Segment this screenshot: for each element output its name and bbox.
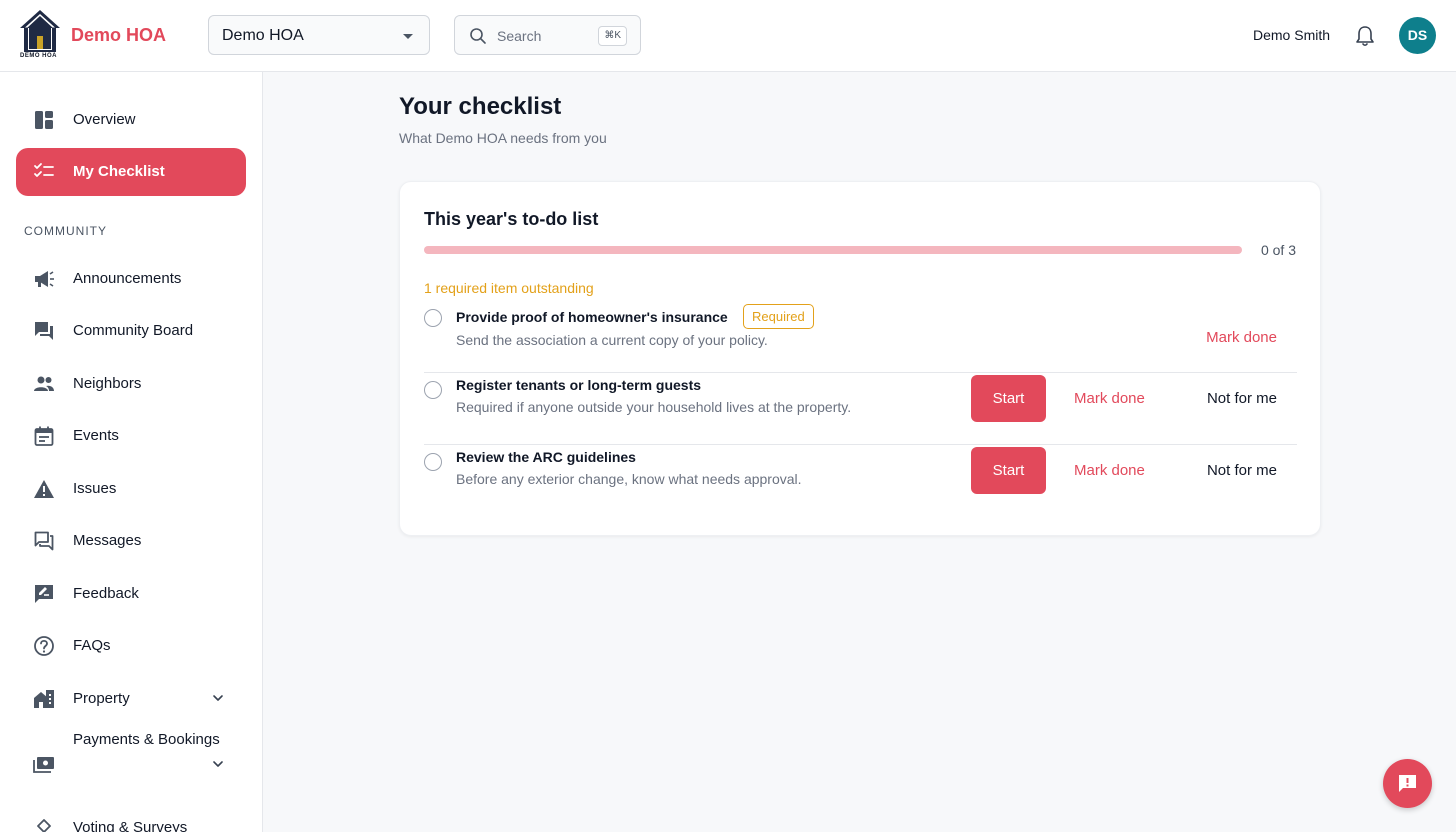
- search-icon: [470, 28, 486, 44]
- sidebar-item-neighbors[interactable]: Neighbors: [16, 360, 246, 408]
- search-placeholder: Search: [497, 28, 542, 44]
- top-header: DEMO HOA Demo HOA Demo HOA Search ⌘K Dem…: [0, 0, 1456, 72]
- warning-icon: [34, 480, 54, 498]
- search-shortcut-badge: ⌘K: [598, 26, 627, 46]
- not-for-me-button[interactable]: Not for me: [1207, 390, 1277, 407]
- brand-name[interactable]: Demo HOA: [71, 25, 166, 46]
- people-icon: [34, 376, 54, 391]
- avatar[interactable]: DS: [1399, 17, 1436, 54]
- item-title: Provide proof of homeowner's insurance: [456, 309, 728, 325]
- checklist-item-insurance: Provide proof of homeowner's insurance R…: [424, 301, 1297, 373]
- page-subtitle: What Demo HOA needs from you: [399, 130, 607, 146]
- checklist-card: This year's to-do list 0 of 3 1 required…: [399, 181, 1321, 536]
- sidebar-item-property[interactable]: Property: [16, 675, 246, 723]
- sidebar-item-faqs[interactable]: FAQs: [16, 622, 246, 670]
- sidebar-item-my-checklist[interactable]: My Checklist: [16, 148, 246, 196]
- caret-down-icon: [403, 34, 413, 39]
- feedback-fab-button[interactable]: [1383, 759, 1432, 808]
- item-status-radio[interactable]: [424, 453, 442, 471]
- sidebar-item-label: Property: [73, 690, 130, 707]
- sidebar-item-label: Announcements: [73, 270, 182, 287]
- sidebar-item-community-board[interactable]: Community Board: [16, 307, 246, 355]
- item-status-radio[interactable]: [424, 381, 442, 399]
- start-button[interactable]: Start: [971, 375, 1046, 422]
- sidebar-item-events[interactable]: Events: [16, 412, 246, 460]
- sidebar-item-label: Feedback: [73, 585, 139, 602]
- building-icon: [34, 690, 54, 708]
- messages-icon: [34, 531, 54, 551]
- item-description: Before any exterior change, know what ne…: [456, 471, 802, 487]
- required-badge: Required: [743, 304, 814, 329]
- sidebar-item-label: Events: [73, 427, 119, 444]
- sidebar-item-label: Neighbors: [73, 375, 142, 392]
- organization-select[interactable]: Demo HOA: [208, 15, 430, 55]
- logo-caption: DEMO HOA: [20, 53, 57, 59]
- sidebar-item-label: Payments & Bookings: [73, 731, 220, 748]
- sidebar-item-label: Issues: [73, 480, 117, 497]
- card-title: This year's to-do list: [424, 209, 599, 229]
- payments-icon: [33, 757, 54, 773]
- sidebar-item-voting-surveys[interactable]: Voting & Surveys: [16, 804, 246, 832]
- dashboard-icon: [35, 111, 53, 129]
- sidebar-item-payments-bookings[interactable]: Payments & Bookings: [16, 728, 246, 800]
- sidebar-item-label: Messages: [73, 532, 142, 549]
- progress-count: 0 of 3: [1260, 242, 1296, 258]
- megaphone-icon: [35, 271, 54, 287]
- section-label-community: COMMUNITY: [24, 224, 107, 238]
- sidebar: Overview My Checklist COMMUNITY Announce…: [0, 72, 263, 832]
- sidebar-item-label: My Checklist: [73, 163, 165, 180]
- user-name[interactable]: Demo Smith: [1253, 27, 1330, 43]
- calendar-icon: [34, 426, 54, 446]
- mark-done-button[interactable]: Mark done: [1206, 329, 1277, 346]
- item-description: Send the association a current copy of y…: [456, 332, 768, 348]
- checklist-item-arc-guidelines: Review the ARC guidelines Before any ext…: [424, 445, 1297, 517]
- sidebar-item-messages[interactable]: Messages: [16, 517, 246, 565]
- outstanding-notice: 1 required item outstanding: [424, 280, 594, 296]
- page-title: Your checklist: [399, 93, 562, 120]
- item-title: Register tenants or long-term guests: [456, 377, 702, 393]
- sidebar-item-label: Overview: [73, 111, 136, 128]
- chevron-down-icon: [213, 695, 223, 701]
- voting-icon: [37, 819, 51, 832]
- mark-done-button[interactable]: Mark done: [1074, 462, 1145, 479]
- forum-icon: [35, 322, 53, 340]
- checklist-icon: [34, 163, 54, 177]
- not-for-me-button[interactable]: Not for me: [1207, 462, 1277, 479]
- sidebar-item-label: Community Board: [73, 322, 194, 339]
- item-title: Review the ARC guidelines: [456, 449, 636, 465]
- organization-select-value: Demo HOA: [222, 27, 304, 44]
- sidebar-item-announcements[interactable]: Announcements: [16, 255, 246, 303]
- progress-bar: [424, 246, 1242, 254]
- search-input[interactable]: Search ⌘K: [454, 15, 641, 55]
- mark-done-button[interactable]: Mark done: [1074, 390, 1145, 407]
- feedback-icon: [35, 585, 53, 603]
- sidebar-item-issues[interactable]: Issues: [16, 465, 246, 513]
- item-status-radio[interactable]: [424, 309, 442, 327]
- sidebar-item-feedback[interactable]: Feedback: [16, 570, 246, 618]
- help-icon: [34, 636, 54, 656]
- sidebar-item-label: FAQs: [73, 637, 111, 654]
- sidebar-item-overview[interactable]: Overview: [16, 96, 246, 144]
- chevron-down-icon: [213, 761, 223, 767]
- start-button[interactable]: Start: [971, 447, 1046, 494]
- bell-icon[interactable]: [1355, 25, 1375, 47]
- sidebar-item-label: Voting & Surveys: [73, 819, 188, 832]
- checklist-item-tenants: Register tenants or long-term guests Req…: [424, 373, 1297, 445]
- item-description: Required if anyone outside your househol…: [456, 399, 852, 415]
- feedback-bubble-icon: [1399, 775, 1416, 792]
